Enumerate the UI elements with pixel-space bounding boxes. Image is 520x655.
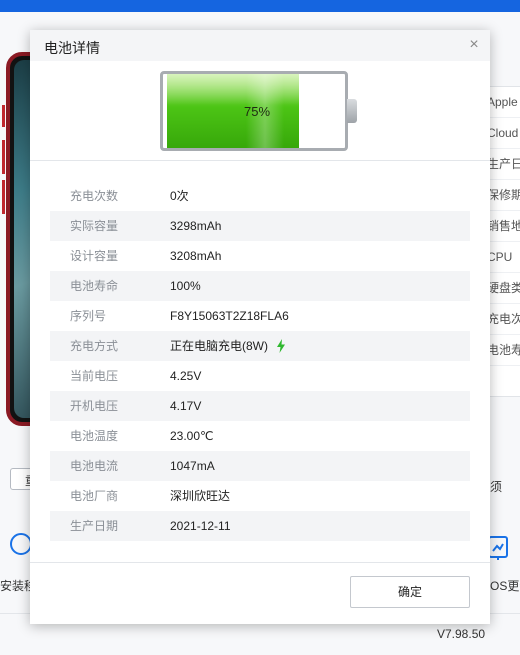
info-row: 序列号 F8Y15063T2Z18FLA6 xyxy=(50,301,470,331)
info-label: 开机电压 xyxy=(70,399,119,413)
phone-side-button xyxy=(2,180,5,214)
battery-details-dialog: 电池详情 × 75% 充电次数 0次实际容量 3298mAh 设计容量 3208mAh 电… xyxy=(30,30,490,624)
dialog-header: 电池详情 × xyxy=(30,30,490,61)
device-info-row: 电池寿 xyxy=(487,335,520,366)
device-info-row: 保修期 xyxy=(487,180,520,211)
dialog-title: 电池详情 xyxy=(44,40,100,56)
divider xyxy=(30,562,490,563)
info-row: 电池寿命 100% xyxy=(50,271,470,301)
info-row: 电池厂商 深圳欣旺达 xyxy=(50,481,470,511)
battery-body: 75% xyxy=(160,71,348,151)
info-row: 充电方式 正在电脑充电(8W) xyxy=(50,331,470,361)
info-value: 3298mAh xyxy=(170,219,222,233)
info-label: 充电方式 xyxy=(70,339,119,353)
background-text-fragment: 须 xyxy=(490,480,503,494)
info-row: 电池电流 1047mA xyxy=(50,451,470,481)
battery-percent-label: 75% xyxy=(243,104,271,119)
info-label: 设计容量 xyxy=(70,249,119,263)
info-value: 正在电脑充电(8W) xyxy=(170,339,268,353)
info-value: 100% xyxy=(170,279,201,293)
ios-update-label[interactable]: OS更新 xyxy=(490,577,520,594)
info-label: 生产日期 xyxy=(70,519,119,533)
info-row: 充电次数 0次 xyxy=(50,181,470,211)
device-info-row: 硬盘类 xyxy=(487,273,520,304)
transfer-tool-icon[interactable] xyxy=(10,533,32,555)
info-row: 当前电压 4.25V xyxy=(50,361,470,391)
ok-button[interactable]: 确定 xyxy=(350,576,470,608)
device-info-row xyxy=(487,366,520,396)
info-row: 实际容量 3298mAh xyxy=(50,211,470,241)
info-value: 4.25V xyxy=(170,369,202,383)
info-value: 4.17V xyxy=(170,399,202,413)
battery-terminal xyxy=(347,99,357,123)
phone-side-button xyxy=(2,140,5,174)
info-label: 当前电压 xyxy=(70,369,119,383)
info-value: 2021-12-11 xyxy=(170,519,231,533)
info-label: 电池厂商 xyxy=(70,489,119,503)
device-info-row: 生产日 xyxy=(487,149,520,180)
phone-side-button xyxy=(2,105,5,127)
info-row: 电池温度 23.00℃ xyxy=(50,421,470,451)
device-info-row: Cloud xyxy=(487,118,520,149)
device-info-row: CPU xyxy=(487,242,520,273)
device-info-row: Apple xyxy=(487,87,520,118)
version-label: V7.98.50 xyxy=(437,627,486,641)
info-label: 电池电流 xyxy=(70,459,119,473)
charging-bolt-icon xyxy=(277,339,285,353)
info-row: 开机电压 4.17V xyxy=(50,391,470,421)
info-label: 电池温度 xyxy=(70,429,119,443)
device-info-row: 销售地 xyxy=(487,211,520,242)
info-value: 3208mAh xyxy=(170,249,222,263)
info-value: 0次 xyxy=(170,189,189,203)
battery-info-table: 充电次数 0次实际容量 3298mAh 设计容量 3208mAh 电池寿命 100% 序列号 F… xyxy=(50,181,470,541)
divider xyxy=(30,160,490,161)
info-label: 序列号 xyxy=(70,309,107,323)
info-row: 设计容量 3208mAh xyxy=(50,241,470,271)
info-row: 生产日期 2021-12-11 xyxy=(50,511,470,541)
info-value: F8Y15063T2Z18FLA6 xyxy=(170,309,289,323)
app-title-bar xyxy=(0,0,520,12)
close-icon[interactable]: × xyxy=(466,36,482,54)
info-value: 23.00℃ xyxy=(170,429,214,443)
info-label: 电池寿命 xyxy=(70,279,119,293)
battery-graphic: 75% xyxy=(160,71,360,151)
info-label: 充电次数 xyxy=(70,189,119,203)
device-info-list: Apple Cloud 生产日 保修期 销售地 CPU 硬盘类 充电次 电池寿 xyxy=(486,86,520,397)
device-info-row: 充电次 xyxy=(487,304,520,335)
info-value: 深圳欣旺达 xyxy=(170,489,231,503)
info-label: 实际容量 xyxy=(70,219,119,233)
info-value: 1047mA xyxy=(170,459,215,473)
